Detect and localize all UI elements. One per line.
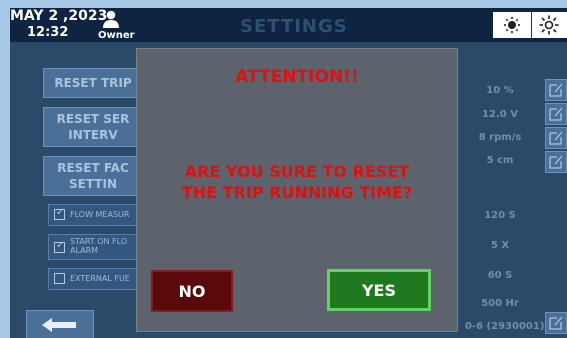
start-on-flow-alarm-label: START ON FLO ALARM [70, 237, 127, 255]
time-display: 12:32 [27, 25, 69, 40]
reset-service-interval-button[interactable]: RESET SER INTERV [43, 107, 143, 147]
user-label: Owner [98, 30, 135, 41]
dialog-message-line1: ARE YOU SURE TO RESET [184, 162, 410, 181]
reset-service-label-line2: INTERV [68, 128, 118, 142]
top-bar: MAY 2 ,2023 12:32 Owner SETTINGS [10, 8, 567, 42]
brightness-high-button[interactable] [531, 12, 566, 38]
back-arrow-icon [42, 318, 76, 332]
brightness-low-button[interactable] [495, 12, 529, 38]
reset-trip-label: RESET TRIP [54, 76, 132, 90]
external-fuel-checkbox[interactable]: EXTERNAL FUE [48, 268, 148, 290]
setting-value: 120 S [484, 210, 516, 221]
back-button[interactable] [26, 310, 94, 338]
edit-icon [549, 107, 563, 121]
no-button-label: NO [178, 281, 206, 301]
setting-value: 60 S [487, 270, 513, 281]
start-on-flow-alarm-checkbox[interactable]: ✓ START ON FLO ALARM [48, 234, 148, 260]
edit-icon [549, 316, 563, 330]
dialog-message: ARE YOU SURE TO RESET THE TRIP RUNNING T… [137, 161, 457, 203]
dialog-title: ATTENTION!! [235, 67, 359, 87]
reset-factory-label-line2: SETTIN [69, 177, 117, 191]
reset-trip-button[interactable]: RESET TRIP [43, 68, 143, 98]
sensor-id-text: 0-6 (2930001) [465, 321, 545, 332]
user-icon [103, 10, 119, 28]
values-column: 10 % 12.0 V 8 rpm/s 5 cm 120 S 5 X 60 S … [458, 76, 542, 338]
start-on-flow-label-line2: ALARM [70, 246, 99, 255]
checkbox-box: ✓ [54, 240, 65, 253]
confirm-dialog: ATTENTION!! ARE YOU SURE TO RESET THE TR… [136, 48, 458, 332]
checkmark-icon: ✓ [56, 207, 65, 218]
edit-icon [549, 83, 563, 97]
edit-button[interactable] [545, 79, 567, 101]
checkbox-box [54, 273, 65, 284]
settings-screen: MAY 2 ,2023 12:32 Owner SETTINGS RESET T… [10, 8, 567, 338]
dialog-message-line2: THE TRIP RUNNING TIME? [181, 183, 413, 202]
checkmark-icon: ✓ [56, 240, 65, 251]
edit-icon [549, 155, 563, 169]
setting-value: 12.0 V [482, 109, 518, 120]
yes-button[interactable]: YES [327, 269, 431, 311]
edit-button[interactable] [545, 151, 567, 173]
brightness-high-icon [539, 15, 559, 35]
reset-factory-settings-button[interactable]: RESET FAC SETTIN [43, 156, 143, 196]
brightness-low-icon [504, 17, 520, 33]
brightness-control [493, 12, 567, 38]
checkbox-box: ✓ [54, 207, 65, 220]
date-display: MAY 2 ,2023 [10, 8, 108, 24]
setting-value: 10 % [486, 85, 514, 96]
setting-value: 5 cm [486, 155, 514, 166]
edit-button[interactable] [545, 127, 567, 149]
device-frame: MAY 2 ,2023 12:32 Owner SETTINGS RESET T… [0, 0, 567, 338]
no-button[interactable]: NO [151, 270, 233, 312]
reset-factory-label-line1: RESET FAC [57, 161, 129, 175]
setting-value: 500 Hr [481, 298, 519, 309]
start-on-flow-label-line1: START ON FLO [70, 237, 128, 246]
edit-icon [549, 131, 563, 145]
reset-service-label-line1: RESET SER [56, 112, 130, 126]
setting-value: 5 X [490, 240, 510, 251]
yes-button-label: YES [361, 280, 397, 300]
edit-button[interactable] [545, 312, 567, 334]
setting-value: 8 rpm/s [478, 132, 522, 143]
flow-measure-checkbox[interactable]: ✓ FLOW MEASUR [48, 204, 148, 226]
flow-measure-label: FLOW MEASUR [70, 210, 130, 219]
external-fuel-label: EXTERNAL FUE [70, 274, 130, 283]
edit-button[interactable] [545, 103, 567, 125]
page-title: SETTINGS [240, 16, 348, 37]
